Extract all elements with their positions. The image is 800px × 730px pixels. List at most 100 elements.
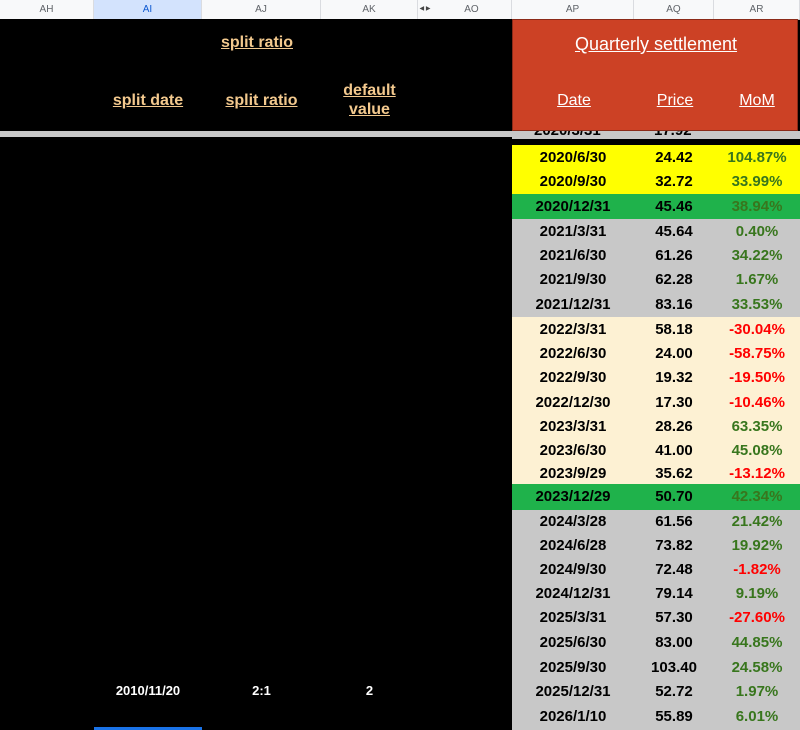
date-cell[interactable]: 2024/12/31: [512, 582, 634, 606]
mom-cell[interactable]: 38.94%: [714, 194, 800, 219]
price-cell[interactable]: 45.46: [634, 194, 714, 219]
date-cell[interactable]: 2020/9/30: [512, 170, 634, 194]
mom-cell[interactable]: 33.99%: [714, 170, 800, 194]
date-cell[interactable]: 2021/6/30: [512, 244, 634, 268]
date-cell[interactable]: 2020/6/30: [512, 145, 634, 170]
price-cell[interactable]: 79.14: [634, 582, 714, 606]
price-cell[interactable]: 28.26: [634, 415, 714, 439]
price-cell[interactable]: 58.18: [634, 317, 714, 342]
price-cell[interactable]: 61.56: [634, 510, 714, 534]
price-cell[interactable]: 41.00: [634, 439, 714, 463]
column-header-ak[interactable]: AK: [321, 0, 418, 19]
date-cell[interactable]: 2021/9/30: [512, 268, 634, 292]
table-row[interactable]: 2023/6/30 41.00 45.08%: [512, 439, 800, 463]
mom-cell[interactable]: -10.46%: [714, 390, 800, 415]
mom-cell[interactable]: -19.50%: [714, 366, 800, 390]
table-row[interactable]: 2021/6/30 61.26 34.22%: [512, 244, 800, 268]
table-row[interactable]: 2025/3/31 57.30 -27.60%: [512, 606, 800, 630]
price-cell[interactable]: 17.30: [634, 390, 714, 415]
price-cell[interactable]: 50.70: [634, 484, 714, 510]
table-row[interactable]: 2023/9/29 35.62 -13.12%: [512, 463, 800, 484]
date-cell[interactable]: 2023/12/29: [512, 484, 634, 510]
table-row[interactable]: 2022/9/30 19.32 -19.50%: [512, 366, 800, 390]
mom-cell[interactable]: 1.97%: [714, 680, 800, 704]
default-value-cell[interactable]: 2: [321, 683, 418, 698]
mom-cell[interactable]: 9.19%: [714, 582, 800, 606]
date-cell[interactable]: 2025/3/31: [512, 606, 634, 630]
date-cell[interactable]: 2021/12/31: [512, 292, 634, 317]
table-row[interactable]: 2020/12/31 45.46 38.94%: [512, 194, 800, 219]
date-cell[interactable]: 2023/6/30: [512, 439, 634, 463]
mom-cell[interactable]: -30.04%: [714, 317, 800, 342]
date-cell[interactable]: 2023/3/31: [512, 415, 634, 439]
price-cell[interactable]: 61.26: [634, 244, 714, 268]
mom-cell[interactable]: 34.22%: [714, 244, 800, 268]
table-row[interactable]: 2024/3/28 61.56 21.42%: [512, 510, 800, 534]
table-row[interactable]: 2022/3/31 58.18 -30.04%: [512, 317, 800, 342]
price-cell[interactable]: 72.48: [634, 558, 714, 582]
mom-cell[interactable]: 104.87%: [714, 145, 800, 170]
price-cell[interactable]: 62.28: [634, 268, 714, 292]
mom-cell[interactable]: -58.75%: [714, 342, 800, 366]
price-cell[interactable]: 83.00: [634, 630, 714, 655]
table-row[interactable]: 2023/3/31 28.26 63.35%: [512, 415, 800, 439]
date-cell[interactable]: 2024/9/30: [512, 558, 634, 582]
date-cell[interactable]: 2020/12/31: [512, 194, 634, 219]
split-date-cell[interactable]: 2010/11/20: [94, 683, 202, 698]
column-header-aq[interactable]: AQ: [634, 0, 714, 19]
table-row[interactable]: 2024/6/28 73.82 19.92%: [512, 534, 800, 558]
mom-cell[interactable]: 0.40%: [714, 219, 800, 244]
mom-cell[interactable]: 24.58%: [714, 655, 800, 680]
date-cell[interactable]: 2022/12/30: [512, 390, 634, 415]
price-cell[interactable]: 19.32: [634, 366, 714, 390]
table-row[interactable]: 2025/12/31 52.72 1.97%: [512, 680, 800, 704]
column-header-aj[interactable]: AJ: [202, 0, 321, 19]
column-header-ap[interactable]: AP: [512, 0, 634, 19]
date-cell[interactable]: 2023/9/29: [512, 463, 634, 484]
table-row[interactable]: 2026/1/10 55.89 6.01%: [512, 704, 800, 730]
table-row[interactable]: 2020/6/30 24.42 104.87%: [512, 145, 800, 170]
price-cell[interactable]: 55.89: [634, 704, 714, 730]
split-ratio-cell[interactable]: 2:1: [202, 683, 321, 698]
mom-cell[interactable]: 45.08%: [714, 439, 800, 463]
date-cell[interactable]: 2024/6/28: [512, 534, 634, 558]
price-cell[interactable]: 24.00: [634, 342, 714, 366]
mom-cell[interactable]: 21.42%: [714, 510, 800, 534]
date-cell[interactable]: 2022/6/30: [512, 342, 634, 366]
table-row[interactable]: 2022/6/30 24.00 -58.75%: [512, 342, 800, 366]
table-row[interactable]: 2021/12/31 83.16 33.53%: [512, 292, 800, 317]
table-row[interactable]: 2025/9/30 103.40 24.58%: [512, 655, 800, 680]
mom-cell[interactable]: 33.53%: [714, 292, 800, 317]
mom-cell[interactable]: 1.67%: [714, 268, 800, 292]
mom-cell[interactable]: 42.34%: [714, 484, 800, 510]
table-row[interactable]: 2021/9/30 62.28 1.67%: [512, 268, 800, 292]
price-cell[interactable]: 73.82: [634, 534, 714, 558]
mom-cell[interactable]: 6.01%: [714, 704, 800, 730]
date-cell[interactable]: 2021/3/31: [512, 219, 634, 244]
mom-cell[interactable]: 63.35%: [714, 415, 800, 439]
date-cell[interactable]: 2025/9/30: [512, 655, 634, 680]
date-cell[interactable]: 2022/3/31: [512, 317, 634, 342]
price-cell[interactable]: 52.72: [634, 680, 714, 704]
table-row[interactable]: 2024/12/31 79.14 9.19%: [512, 582, 800, 606]
table-row[interactable]: 2020/9/30 32.72 33.99%: [512, 170, 800, 194]
table-row[interactable]: 2024/9/30 72.48 -1.82%: [512, 558, 800, 582]
date-cell[interactable]: 2022/9/30: [512, 366, 634, 390]
column-header-ai[interactable]: AI: [94, 0, 202, 19]
price-cell[interactable]: 103.40: [634, 655, 714, 680]
date-cell[interactable]: 2025/6/30: [512, 630, 634, 655]
date-cell[interactable]: 2024/3/28: [512, 510, 634, 534]
table-row[interactable]: 2022/12/30 17.30 -10.46%: [512, 390, 800, 415]
mom-cell[interactable]: 19.92%: [714, 534, 800, 558]
table-row-partial[interactable]: 2020/3/31 17.92: [512, 131, 800, 139]
date-cell[interactable]: 2026/1/10: [512, 704, 634, 730]
price-cell[interactable]: 35.62: [634, 463, 714, 484]
table-row[interactable]: 2025/6/30 83.00 44.85%: [512, 630, 800, 655]
mom-cell[interactable]: -13.12%: [714, 463, 800, 484]
price-cell[interactable]: 24.42: [634, 145, 714, 170]
hidden-columns-toggle-icon[interactable]: ◀ ▶: [418, 0, 432, 19]
mom-cell[interactable]: -1.82%: [714, 558, 800, 582]
split-ratio-area[interactable]: [0, 19, 512, 730]
price-cell[interactable]: 32.72: [634, 170, 714, 194]
price-cell[interactable]: 45.64: [634, 219, 714, 244]
